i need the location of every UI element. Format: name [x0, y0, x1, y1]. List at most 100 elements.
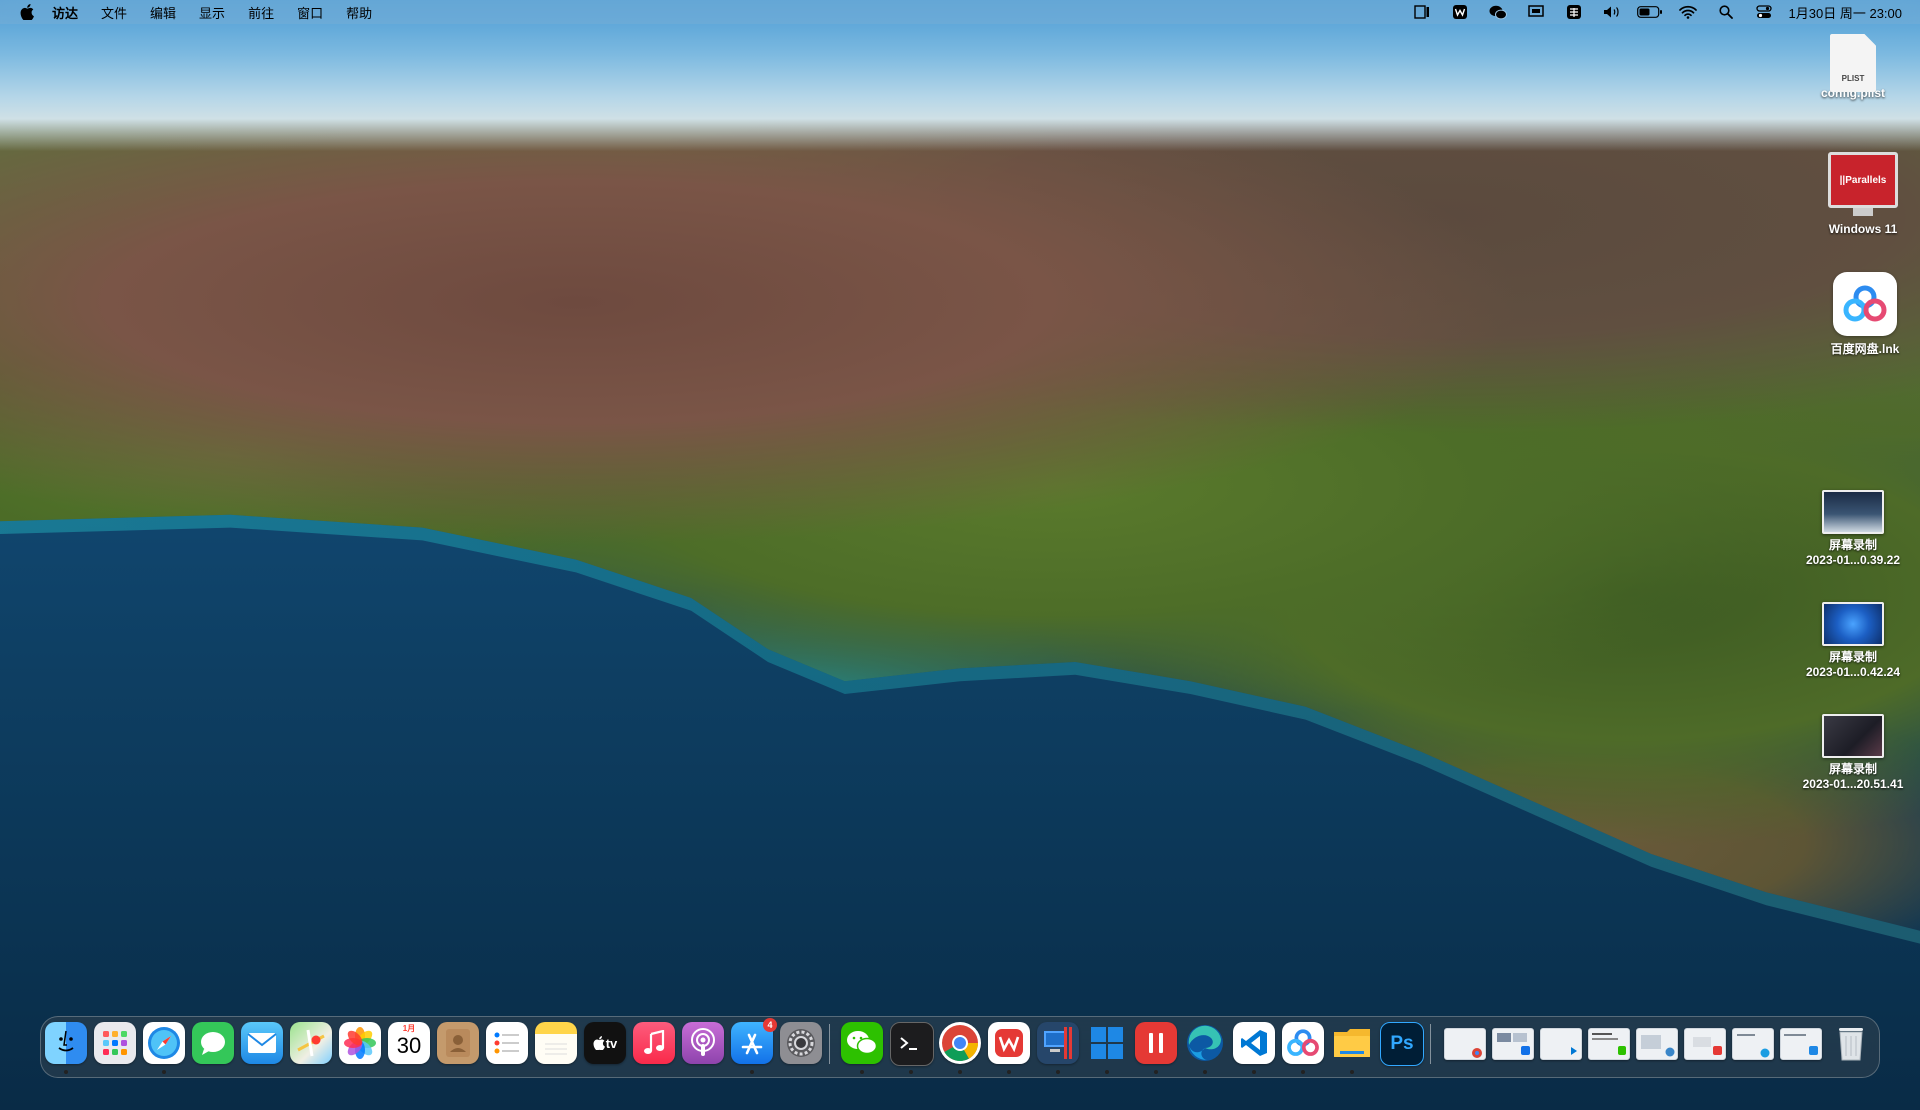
stage-manager-icon[interactable]: [1403, 0, 1441, 24]
dock-mail[interactable]: [241, 1022, 283, 1064]
baidu-netdisk-icon: [1833, 272, 1897, 336]
menu-bar: 访达 文件 编辑 显示 前往 窗口 帮助 1月30日 周一 23:00: [0, 0, 1920, 24]
dock-reminders[interactable]: [486, 1022, 528, 1064]
apple-menu-icon[interactable]: [18, 4, 36, 20]
desktop-icon-label: 屏幕录制: [1828, 538, 1877, 552]
edge-icon: [1187, 1025, 1223, 1061]
window-thumbnail-icon: [1497, 1033, 1530, 1055]
podcasts-icon: [691, 1028, 715, 1056]
video-thumbnail-icon: [1822, 490, 1884, 534]
dock-wechat[interactable]: [841, 1022, 883, 1064]
dock-minimized-window[interactable]: [1636, 1028, 1678, 1060]
dock-minimized-window[interactable]: [1780, 1028, 1822, 1060]
dock-parallels[interactable]: [1037, 1022, 1079, 1064]
dock-notes[interactable]: [535, 1022, 577, 1064]
desktop-icon-config-plist[interactable]: PLIST config.plist: [1793, 34, 1913, 101]
dock-messages[interactable]: [192, 1022, 234, 1064]
window-thumbnail-icon: [1784, 1034, 1818, 1055]
window-thumbnail-icon: [1737, 1034, 1770, 1058]
running-indicator: [750, 1070, 754, 1074]
trash-icon: [1839, 1028, 1863, 1061]
dock-edge[interactable]: [1184, 1022, 1226, 1064]
desktop-icon-sublabel: 2023-01...20.51.41: [1802, 777, 1904, 791]
dock-podcasts[interactable]: [682, 1022, 724, 1064]
baidu-netdisk-icon: [1287, 1029, 1319, 1056]
screen-mirror-icon[interactable]: [1517, 0, 1555, 24]
menu-bar-clock[interactable]: 1月30日 周一 23:00: [1789, 3, 1902, 22]
dock-apple-tv[interactable]: tv: [584, 1022, 626, 1064]
desktop-icon-label: 屏幕录制: [1828, 650, 1877, 664]
menu-view[interactable]: 显示: [199, 3, 225, 22]
dock-terminal[interactable]: [890, 1022, 934, 1066]
input-method-icon[interactable]: [1555, 0, 1593, 24]
desktop-icon-screen-recording-2[interactable]: 屏幕录制 2023-01...0.42.24: [1793, 602, 1913, 680]
dock-safari[interactable]: [143, 1022, 185, 1064]
wps-menu-icon[interactable]: [1441, 0, 1479, 24]
dock-calendar[interactable]: 1月 30: [388, 1022, 430, 1064]
desktop-icon-screen-recording-1[interactable]: 屏幕录制 2023-01...0.39.22: [1793, 490, 1913, 568]
dock-photos[interactable]: [339, 1022, 381, 1064]
dock-minimized-window[interactable]: [1588, 1028, 1630, 1060]
toolbox-icon: [1149, 1033, 1163, 1053]
dock-chrome[interactable]: [939, 1022, 981, 1064]
dock-photoshop[interactable]: Ps: [1380, 1022, 1424, 1066]
dock-wps[interactable]: [988, 1022, 1030, 1064]
desktop-icon-windows-11[interactable]: ||Parallels Windows 11: [1803, 152, 1920, 237]
monitor-stand-icon: [1853, 208, 1873, 216]
menu-file[interactable]: 文件: [101, 3, 127, 22]
dock-minimized-window[interactable]: [1492, 1028, 1534, 1060]
running-indicator: [909, 1070, 913, 1074]
running-indicator: [958, 1070, 962, 1074]
chrome-icon: [942, 1025, 978, 1062]
dock-music[interactable]: [633, 1022, 675, 1064]
dock-minimized-window[interactable]: [1732, 1028, 1774, 1060]
map-pin-icon: [297, 1029, 325, 1057]
desktop-icon-baidu-netdisk[interactable]: 百度网盘.lnk: [1805, 272, 1920, 357]
dock-app-store[interactable]: 4: [731, 1018, 777, 1064]
windows-logo-icon: [1091, 1027, 1123, 1059]
video-thumbnail-icon: [1822, 602, 1884, 646]
running-indicator: [162, 1070, 166, 1074]
volume-icon[interactable]: [1593, 0, 1631, 24]
dock-system-settings[interactable]: [780, 1022, 822, 1064]
window-thumbnail-icon: [1641, 1035, 1675, 1057]
dock-finder[interactable]: [45, 1022, 87, 1064]
dock-baidu-netdisk[interactable]: [1282, 1022, 1324, 1064]
wechat-menu-icon[interactable]: [1479, 0, 1517, 24]
dock-minimized-window[interactable]: [1540, 1028, 1582, 1060]
dock-trash[interactable]: [1830, 1022, 1872, 1064]
battery-icon[interactable]: [1631, 0, 1669, 24]
calendar-month: 1月: [402, 1024, 416, 1033]
window-thumbnail-icon: [1592, 1033, 1626, 1055]
calendar-day: 30: [396, 1033, 422, 1058]
parallels-vm-icon: ||Parallels: [1828, 152, 1898, 208]
desktop-icon-screen-recording-3[interactable]: 屏幕录制 2023-01...20.51.41: [1793, 714, 1913, 792]
dock-folder[interactable]: [1331, 1022, 1373, 1064]
dock-minimized-window[interactable]: [1444, 1028, 1486, 1060]
control-center-icon[interactable]: [1745, 0, 1783, 24]
menu-help[interactable]: 帮助: [346, 3, 372, 22]
running-indicator: [1056, 1070, 1060, 1074]
dock-vscode[interactable]: [1233, 1022, 1275, 1064]
desktop-icon-label: 百度网盘.lnk: [1830, 342, 1900, 356]
dock-maps[interactable]: [290, 1022, 332, 1064]
contacts-person-icon: [446, 1029, 470, 1057]
spotlight-search-icon[interactable]: [1707, 0, 1745, 24]
dock-launchpad[interactable]: [94, 1022, 136, 1064]
menu-window[interactable]: 窗口: [297, 3, 323, 22]
envelope-icon: [247, 1033, 277, 1053]
wifi-icon[interactable]: [1669, 0, 1707, 24]
dock-parallels-toolbox[interactable]: [1135, 1022, 1177, 1064]
dock-contacts[interactable]: [437, 1022, 479, 1064]
desktop-icon-sublabel: 2023-01...0.39.22: [1805, 553, 1901, 567]
menu-go[interactable]: 前往: [248, 3, 274, 22]
menu-app-name[interactable]: 访达: [52, 3, 78, 22]
dock-minimized-window[interactable]: [1684, 1028, 1726, 1060]
running-indicator: [64, 1070, 68, 1074]
menu-edit[interactable]: 编辑: [150, 3, 176, 22]
music-note-icon: [644, 1030, 665, 1054]
running-indicator: [1203, 1070, 1207, 1074]
notification-badge: 4: [763, 1018, 777, 1032]
dock-windows-11[interactable]: [1086, 1022, 1128, 1064]
wechat-icon: [847, 1031, 878, 1055]
